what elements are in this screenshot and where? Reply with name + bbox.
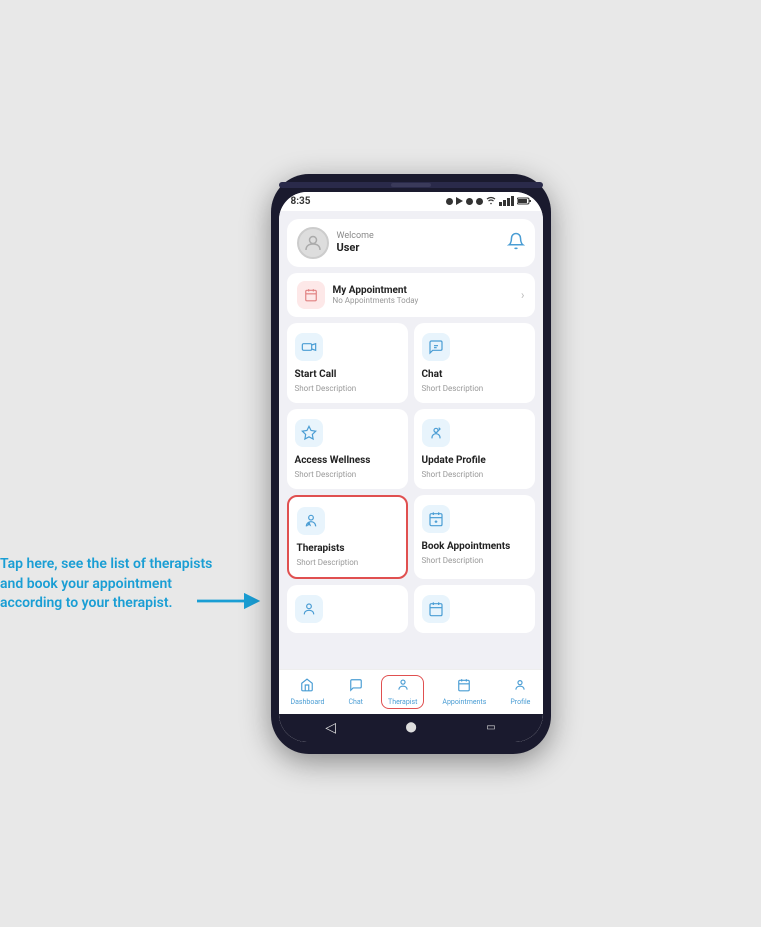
item-b-card[interactable]: [414, 585, 535, 633]
grid-row-4: [287, 585, 535, 633]
grid-row-2: Access Wellness Short Description Update…: [287, 409, 535, 489]
book-appointment-icon: [422, 505, 450, 533]
therapists-title: Therapists: [297, 543, 398, 554]
nav-chat-label: Chat: [348, 698, 363, 706]
avatar: [297, 227, 329, 259]
therapist-nav-icon: [396, 678, 410, 696]
update-profile-title: Update Profile: [422, 455, 527, 466]
app-content: Welcome User: [279, 211, 543, 669]
therapist-icon: [297, 507, 325, 535]
access-wellness-desc: Short Description: [295, 470, 400, 479]
recents-btn[interactable]: ▭: [486, 722, 495, 733]
battery-icon: [517, 197, 531, 205]
status-bar: 8:35: [279, 192, 543, 211]
chat-title: Chat: [422, 369, 527, 380]
star-icon: [295, 419, 323, 447]
chat-desc: Short Description: [422, 384, 527, 393]
therapists-card[interactable]: Therapists Short Description: [287, 495, 408, 579]
appointment-text: My Appointment No Appointments Today: [333, 285, 513, 305]
status-time: 8:35: [291, 196, 311, 207]
user-name: User: [337, 241, 374, 254]
update-profile-card[interactable]: Update Profile Short Description: [414, 409, 535, 489]
phone-screen: 8:35: [279, 192, 543, 742]
item-a-card[interactable]: [287, 585, 408, 633]
annotation-arrow: [195, 590, 265, 612]
header-left: Welcome User: [297, 227, 374, 259]
update-profile-icon: [422, 419, 450, 447]
nav-profile-label: Profile: [510, 698, 530, 706]
record-icon: [466, 198, 473, 205]
start-call-title: Start Call: [295, 369, 400, 380]
appointment-subtitle: No Appointments Today: [333, 296, 513, 305]
grid-row-3: Therapists Short Description: [287, 495, 535, 579]
access-wellness-card[interactable]: Access Wellness Short Description: [287, 409, 408, 489]
nav-appointments-label: Appointments: [442, 698, 486, 706]
appointment-chevron: ›: [521, 288, 525, 302]
nav-therapist[interactable]: Therapist: [381, 675, 424, 709]
chat-nav-icon: [349, 678, 363, 696]
welcome-label: Welcome: [337, 231, 374, 241]
bottom-nav: Dashboard Chat Therapist: [279, 669, 543, 714]
grid-row-1: Start Call Short Description Chat Short …: [287, 323, 535, 403]
header-text: Welcome User: [337, 231, 374, 254]
appointment-title: My Appointment: [333, 285, 513, 296]
phone-nav-bar: ◁ ⬤ ▭: [279, 714, 543, 742]
back-btn[interactable]: ◁: [325, 720, 336, 736]
therapists-desc: Short Description: [297, 558, 398, 567]
appointments-nav-icon: [457, 678, 471, 696]
nav-chat[interactable]: Chat: [342, 676, 369, 708]
nav-therapist-label: Therapist: [388, 698, 417, 706]
person-icon: [295, 595, 323, 623]
video-icon: [295, 333, 323, 361]
nav-profile[interactable]: Profile: [504, 676, 536, 708]
profile-nav-icon: [513, 678, 527, 696]
book-appointments-desc: Short Description: [422, 556, 527, 565]
home-btn[interactable]: ⬤: [406, 722, 417, 733]
home-icon: [300, 678, 314, 696]
appointment-banner[interactable]: My Appointment No Appointments Today ›: [287, 273, 535, 317]
book-appointments-title: Book Appointments: [422, 541, 527, 552]
phone-speaker-bar: [279, 182, 543, 188]
phone-device: 8:35: [271, 174, 551, 754]
app-header: Welcome User: [287, 219, 535, 267]
chat-icon: [422, 333, 450, 361]
dot-icon: [446, 198, 453, 205]
update-profile-desc: Short Description: [422, 470, 527, 479]
calendar2-icon: [422, 595, 450, 623]
speaker-grille: [391, 183, 431, 187]
access-wellness-title: Access Wellness: [295, 455, 400, 466]
chat-card[interactable]: Chat Short Description: [414, 323, 535, 403]
wifi-icon: [486, 196, 496, 206]
nav-appointments[interactable]: Appointments: [436, 676, 492, 708]
bell-icon[interactable]: [507, 232, 525, 254]
nav-dashboard-label: Dashboard: [291, 698, 325, 706]
book-appointments-card[interactable]: Book Appointments Short Description: [414, 495, 535, 579]
lock-icon: [476, 198, 483, 205]
nav-dashboard[interactable]: Dashboard: [285, 676, 331, 708]
start-call-desc: Short Description: [295, 384, 400, 393]
start-call-card[interactable]: Start Call Short Description: [287, 323, 408, 403]
annotation-text: Tap here, see the list of therapists and…: [0, 555, 220, 614]
status-icons: [446, 196, 531, 206]
signal-bars: [499, 196, 514, 206]
play-icon: [456, 197, 463, 205]
appointment-icon: [297, 281, 325, 309]
